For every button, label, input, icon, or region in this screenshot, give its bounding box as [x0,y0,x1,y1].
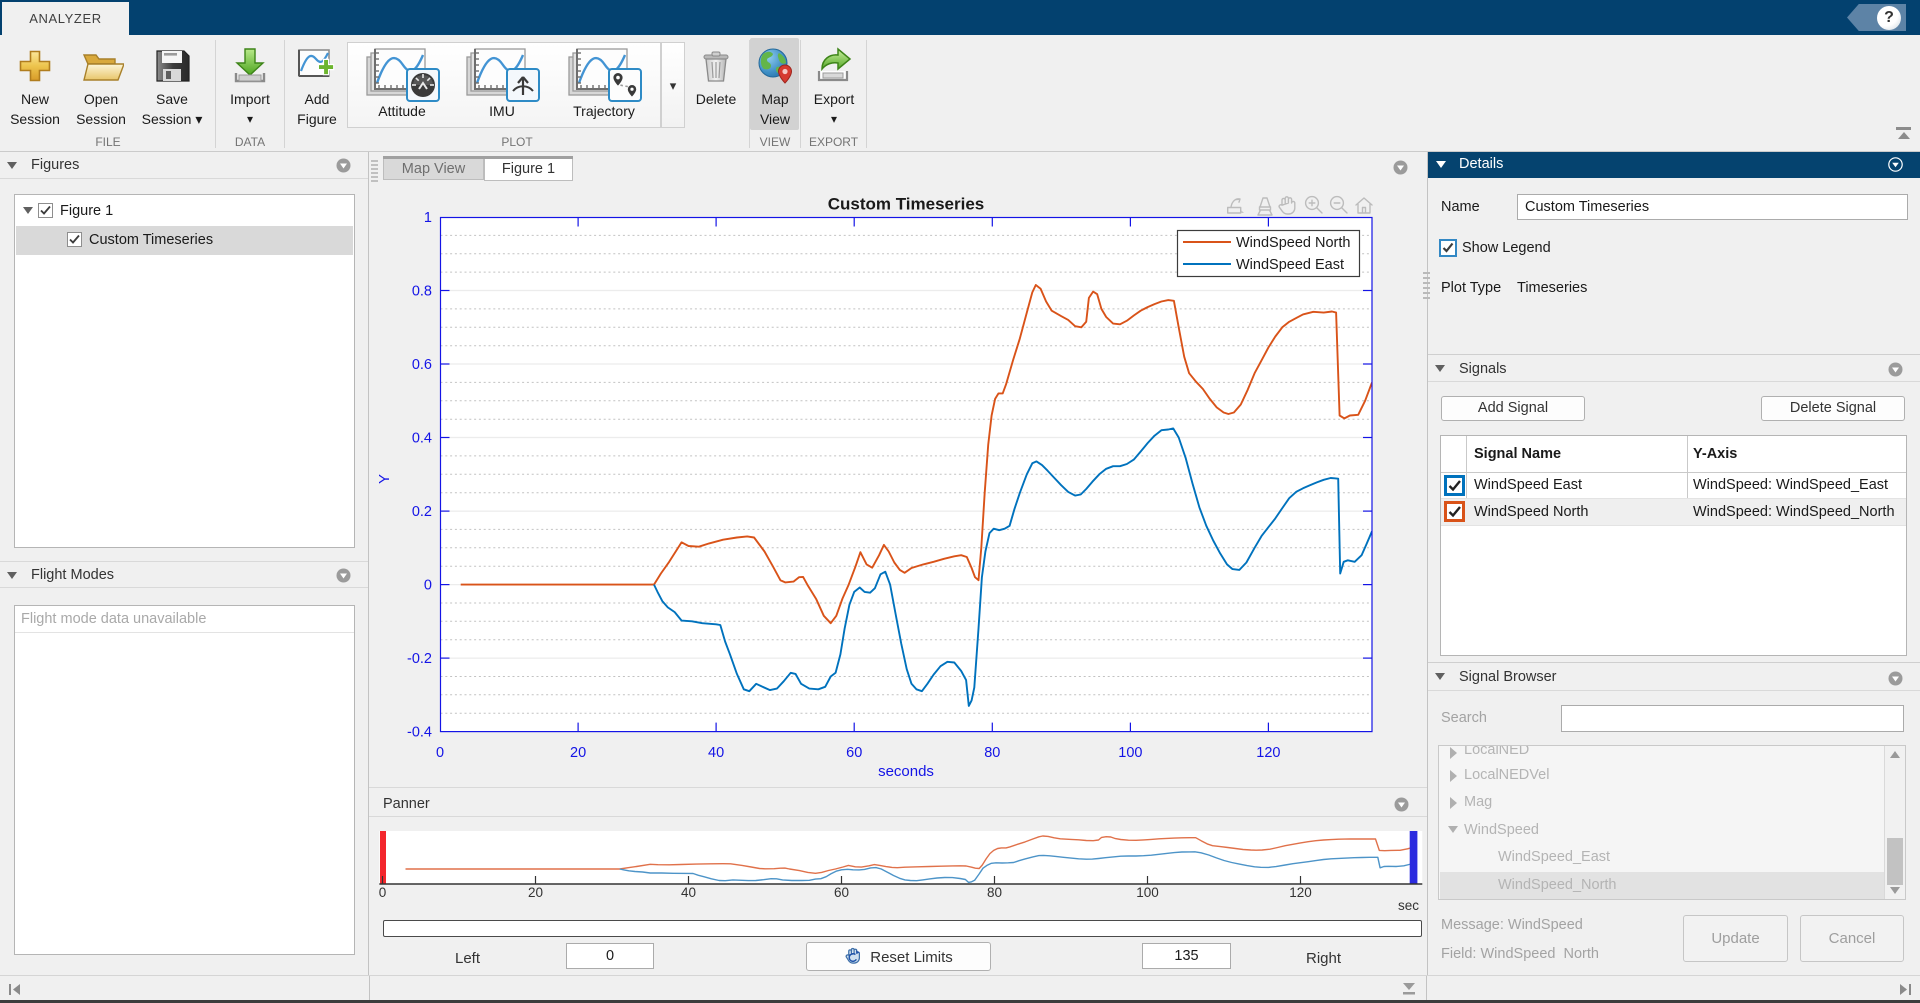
svg-text:100: 100 [1118,745,1142,761]
svg-text:1: 1 [424,210,432,226]
svg-text:Y: Y [376,474,393,484]
svg-text:40: 40 [708,745,724,761]
svg-text:80: 80 [984,745,1000,761]
svg-text:-0.4: -0.4 [407,725,432,741]
svg-text:0.2: 0.2 [412,504,432,520]
svg-text:sec: sec [1398,898,1419,913]
svg-text:0.8: 0.8 [412,284,432,300]
svg-text:0.6: 0.6 [412,357,432,373]
svg-text:WindSpeed North: WindSpeed North [1236,235,1350,251]
svg-text:-0.2: -0.2 [407,651,432,667]
svg-text:0: 0 [424,578,432,594]
svg-text:20: 20 [570,745,586,761]
svg-text:120: 120 [1289,885,1312,900]
svg-text:Custom Timeseries: Custom Timeseries [828,195,985,214]
svg-text:0: 0 [436,745,444,761]
svg-text:20: 20 [528,885,543,900]
svg-text:100: 100 [1136,885,1159,900]
svg-text:40: 40 [681,885,696,900]
svg-text:0: 0 [379,885,387,900]
svg-text:120: 120 [1256,745,1280,761]
svg-text:60: 60 [846,745,862,761]
svg-text:seconds: seconds [878,763,934,780]
svg-text:60: 60 [834,885,849,900]
svg-text:80: 80 [987,885,1002,900]
svg-text:0.4: 0.4 [412,431,432,447]
svg-text:WindSpeed East: WindSpeed East [1236,257,1344,273]
